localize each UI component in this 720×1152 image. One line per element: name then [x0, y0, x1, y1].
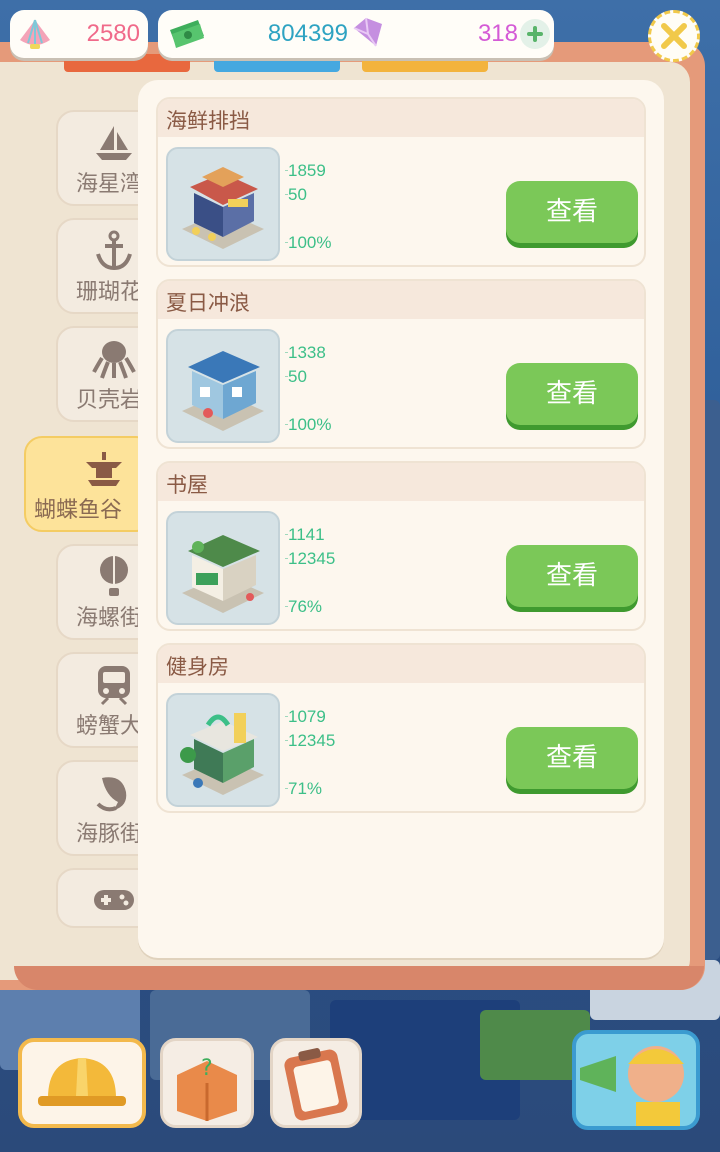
view-button[interactable]: 查看 — [506, 727, 638, 789]
building-card: 书屋 1141 12345 76% 查看 — [156, 461, 646, 631]
building-progress-percent: 100% — [284, 415, 332, 434]
building-stat-1: 1338 — [285, 343, 326, 362]
currency-bar: 2580 804399 318 — [0, 0, 720, 72]
shells-counter: 2580 — [10, 10, 148, 58]
hot-air-balloon-icon — [100, 556, 128, 596]
anchor-icon — [96, 230, 132, 271]
building-stat-2: 12345 — [284, 549, 336, 568]
building-name: 书屋 — [166, 473, 208, 497]
view-button[interactable]: 查看 — [506, 363, 638, 425]
building-card: 海鲜排挡 1859 50 100% 查看 — [156, 97, 646, 267]
plus-icon[interactable] — [520, 19, 550, 49]
mystery-box-icon: ? — [177, 1056, 237, 1121]
svg-text:?: ? — [201, 1056, 213, 1081]
close-x-icon — [661, 23, 687, 49]
task-list-button[interactable] — [270, 1038, 362, 1128]
money-amount: 804399 — [267, 20, 348, 47]
sailboat-icon — [96, 126, 132, 160]
category-label: 海星湾 — [76, 172, 143, 197]
category-label: 珊瑚花 — [76, 280, 143, 305]
octopus-icon — [92, 341, 136, 379]
megaphone-character-icon — [580, 1046, 684, 1126]
category-label: 蝴蝶鱼谷 — [34, 498, 123, 523]
gamepad-icon — [94, 890, 134, 910]
clipboard-icon — [284, 1048, 348, 1121]
category-label: 螃蟹大 — [76, 714, 143, 739]
building-name: 夏日冲浪 — [166, 291, 250, 315]
pagoda-icon — [86, 452, 122, 486]
category-label: 贝壳岩 — [76, 388, 143, 413]
category-label: 海螺街 — [76, 606, 143, 631]
panel-bottom-edge — [14, 966, 704, 990]
building-stat-2: 50 — [285, 367, 307, 386]
category-tab-butterflyfish-valley[interactable]: 蝴蝶鱼谷 — [24, 436, 154, 532]
building-thumbnail-bookstore — [166, 511, 280, 625]
build-button[interactable] — [18, 1038, 146, 1128]
category-label: 海豚街 — [76, 822, 143, 847]
shells-amount: 2580 — [86, 20, 140, 47]
building-stat-1: 1079 — [285, 707, 326, 726]
hard-hat-icon — [38, 1058, 126, 1106]
building-card: 夏日冲浪 1338 50 100% 查看 — [156, 279, 646, 449]
building-thumbnail-seafood-stall — [166, 147, 280, 261]
close-button[interactable] — [648, 10, 700, 62]
money-gems-counter: 804399 318 — [158, 10, 554, 58]
view-button[interactable]: 查看 — [506, 181, 638, 243]
view-button[interactable]: 查看 — [506, 545, 638, 607]
train-icon — [98, 666, 130, 706]
building-stat-2: 50 — [285, 185, 307, 204]
gem-icon — [353, 17, 382, 47]
building-progress-percent: 76% — [284, 597, 323, 616]
building-stat-1: 1141 — [285, 525, 325, 544]
building-thumbnail-summer-surf — [166, 329, 280, 443]
building-stat-2: 12345 — [284, 731, 336, 750]
building-stat-1: 1859 — [285, 161, 326, 180]
building-name: 海鲜排挡 — [166, 109, 250, 133]
shell-icon — [20, 19, 50, 49]
building-progress-percent: 100% — [284, 233, 332, 252]
building-name: 健身房 — [166, 655, 229, 679]
dolphin-icon — [96, 777, 127, 812]
building-card: 健身房 1079 12345 71% 查看 — [156, 643, 646, 813]
mystery-box-button[interactable]: ? — [160, 1038, 254, 1128]
building-progress-percent: 71% — [284, 779, 323, 798]
gems-amount: 318 — [477, 20, 518, 47]
announcement-button[interactable] — [572, 1030, 700, 1130]
building-thumbnail-gym — [166, 693, 280, 807]
cash-icon — [170, 20, 204, 48]
